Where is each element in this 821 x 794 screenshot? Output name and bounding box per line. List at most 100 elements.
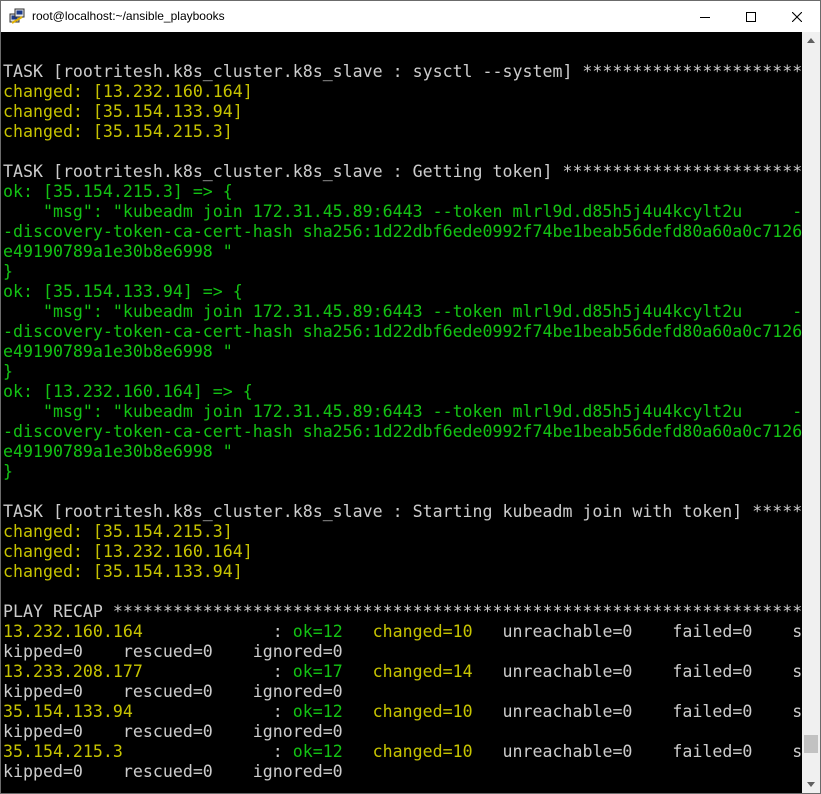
terminal-text-segment: : bbox=[142, 622, 293, 641]
terminal-text-segment: changed: [13.232.160.164] bbox=[3, 542, 253, 561]
terminal-text-segment: PLAY RECAP *****************************… bbox=[3, 602, 802, 621]
terminal-line: changed: [13.232.160.164] bbox=[3, 542, 253, 562]
maximize-icon bbox=[746, 11, 756, 22]
terminal-text-segment: e49190789a1e30b8e6998 " bbox=[3, 242, 233, 261]
close-button[interactable] bbox=[774, 1, 820, 32]
terminal-line: PLAY RECAP *****************************… bbox=[3, 602, 802, 622]
terminal-text-segment: unreachable=0 failed=0 s bbox=[472, 622, 802, 641]
terminal-line: changed: [13.232.160.164] bbox=[3, 82, 253, 102]
terminal-line: TASK [rootritesh.k8s_cluster.k8s_slave :… bbox=[3, 62, 802, 82]
window-title: root@localhost:~/ansible_playbooks bbox=[32, 9, 225, 23]
terminal-text-segment: ok: [13.232.160.164] => { bbox=[3, 382, 253, 401]
terminal-text-segment: -discovery-token-ca-cert-hash sha256:1d2… bbox=[3, 422, 802, 441]
minimize-button[interactable] bbox=[682, 1, 728, 32]
terminal-text-segment: ok: [35.154.133.94] => { bbox=[3, 282, 243, 301]
terminal-line: 13.233.208.177 : ok=17 changed=14 unreac… bbox=[3, 662, 802, 682]
scroll-up-button[interactable] bbox=[802, 32, 820, 49]
terminal-text-segment: unreachable=0 failed=0 s bbox=[472, 702, 802, 721]
scroll-down-button[interactable] bbox=[802, 776, 820, 793]
terminal-text-segment: ok=12 bbox=[292, 742, 343, 761]
terminal-text-segment: changed=10 bbox=[372, 622, 473, 641]
terminal-text-segment: 35.154.133.94 bbox=[3, 702, 133, 721]
terminal-text-segment: -discovery-token-ca-cert-hash sha256:1d2… bbox=[3, 222, 802, 241]
minimize-icon bbox=[700, 16, 710, 18]
terminal-line: TASK [rootritesh.k8s_cluster.k8s_slave :… bbox=[3, 502, 802, 522]
terminal-text-segment: changed=10 bbox=[372, 702, 473, 721]
terminal-text-segment: TASK [rootritesh.k8s_cluster.k8s_slave :… bbox=[3, 62, 802, 81]
chevron-down-icon bbox=[807, 782, 815, 787]
terminal-line: kipped=0 rescued=0 ignored=0 bbox=[3, 762, 343, 782]
terminal-text-segment: ok=12 bbox=[292, 622, 343, 641]
terminal-text-segment: ok: [35.154.215.3] => { bbox=[3, 182, 233, 201]
terminal-line: ok: [35.154.215.3] => { bbox=[3, 182, 233, 202]
terminal-text-segment: : bbox=[142, 662, 293, 681]
terminal-line: 13.232.160.164 : ok=12 changed=10 unreac… bbox=[3, 622, 802, 642]
terminal-text-segment: 35.154.215.3 bbox=[3, 742, 123, 761]
terminal-text-segment: : bbox=[122, 742, 293, 761]
terminal-text-segment: changed: [35.154.215.3] bbox=[3, 122, 233, 141]
terminal-text-segment: TASK [rootritesh.k8s_cluster.k8s_slave :… bbox=[3, 502, 802, 521]
maximize-button[interactable] bbox=[728, 1, 774, 32]
terminal-text-segment: kipped=0 rescued=0 ignored=0 bbox=[3, 762, 343, 781]
terminal-text-segment: } bbox=[3, 262, 13, 281]
terminal-line: } bbox=[3, 262, 13, 282]
terminal-text-segment: ok=17 bbox=[292, 662, 343, 681]
terminal-line: changed: [35.154.215.3] bbox=[3, 122, 233, 142]
terminal-line: kipped=0 rescued=0 ignored=0 bbox=[3, 682, 343, 702]
terminal-line: -discovery-token-ca-cert-hash sha256:1d2… bbox=[3, 422, 802, 442]
terminal-text-segment: changed: [35.154.215.3] bbox=[3, 522, 233, 541]
terminal-line: } bbox=[3, 462, 13, 482]
terminal-text-segment: e49190789a1e30b8e6998 " bbox=[3, 442, 233, 461]
terminal-line: -discovery-token-ca-cert-hash sha256:1d2… bbox=[3, 322, 802, 342]
terminal-text-segment: kipped=0 rescued=0 ignored=0 bbox=[3, 682, 343, 701]
terminal-line: e49190789a1e30b8e6998 " bbox=[3, 242, 233, 262]
terminal-line: kipped=0 rescued=0 ignored=0 bbox=[3, 642, 343, 662]
terminal-text-segment: } bbox=[3, 462, 13, 481]
terminal-text-segment: kipped=0 rescued=0 ignored=0 bbox=[3, 722, 343, 741]
terminal-text-segment: changed: [35.154.133.94] bbox=[3, 562, 243, 581]
terminal-text-segment: changed=10 bbox=[372, 742, 473, 761]
terminal-text-segment: : bbox=[132, 702, 293, 721]
terminal-text-segment: "msg": "kubeadm join 172.31.45.89:6443 -… bbox=[3, 402, 802, 421]
vertical-scrollbar[interactable] bbox=[802, 32, 820, 793]
terminal-text-segment: e49190789a1e30b8e6998 " bbox=[3, 342, 233, 361]
terminal-line: ok: [13.232.160.164] => { bbox=[3, 382, 253, 402]
terminal-line: e49190789a1e30b8e6998 " bbox=[3, 342, 233, 362]
terminal-line: e49190789a1e30b8e6998 " bbox=[3, 442, 233, 462]
terminal-text-segment: ok=12 bbox=[292, 702, 343, 721]
terminal-line: 35.154.133.94 : ok=12 changed=10 unreach… bbox=[3, 702, 802, 722]
scrollbar-thumb[interactable] bbox=[804, 735, 818, 753]
terminal-text-segment: unreachable=0 failed=0 s bbox=[472, 662, 802, 681]
terminal-line: changed: [35.154.133.94] bbox=[3, 562, 243, 582]
terminal-window: root@localhost:~/ansible_playbooks TASK … bbox=[0, 0, 821, 794]
terminal-text-segment: TASK [rootritesh.k8s_cluster.k8s_slave :… bbox=[3, 162, 802, 181]
chevron-up-icon bbox=[807, 38, 815, 43]
close-icon bbox=[792, 11, 802, 22]
terminal-line: changed: [35.154.215.3] bbox=[3, 522, 233, 542]
terminal-text-segment: 13.233.208.177 bbox=[3, 662, 143, 681]
terminal-line: } bbox=[3, 362, 13, 382]
putty-terminal-icon[interactable] bbox=[9, 8, 25, 24]
terminal-line: ok: [35.154.133.94] => { bbox=[3, 282, 243, 302]
terminal-line: changed: [35.154.133.94] bbox=[3, 102, 243, 122]
terminal-text-segment: unreachable=0 failed=0 s bbox=[472, 742, 802, 761]
terminal-text-segment: "msg": "kubeadm join 172.31.45.89:6443 -… bbox=[3, 302, 802, 321]
terminal-text-segment: -discovery-token-ca-cert-hash sha256:1d2… bbox=[3, 322, 802, 341]
terminal-line: "msg": "kubeadm join 172.31.45.89:6443 -… bbox=[3, 402, 802, 422]
terminal-line: 35.154.215.3 : ok=12 changed=10 unreacha… bbox=[3, 742, 802, 762]
terminal-line: "msg": "kubeadm join 172.31.45.89:6443 -… bbox=[3, 302, 802, 322]
terminal-line: "msg": "kubeadm join 172.31.45.89:6443 -… bbox=[3, 202, 802, 222]
title-bar[interactable]: root@localhost:~/ansible_playbooks bbox=[1, 1, 820, 32]
terminal-line: -discovery-token-ca-cert-hash sha256:1d2… bbox=[3, 222, 802, 242]
terminal-text-segment: changed=14 bbox=[372, 662, 473, 681]
terminal-text-segment: } bbox=[3, 362, 13, 381]
terminal-text-segment: changed: [13.232.160.164] bbox=[3, 82, 253, 101]
terminal-text-segment: changed: [35.154.133.94] bbox=[3, 102, 243, 121]
terminal-text-segment: 13.232.160.164 bbox=[3, 622, 143, 641]
terminal-output[interactable]: TASK [rootritesh.k8s_cluster.k8s_slave :… bbox=[1, 32, 802, 793]
terminal-text-segment: kipped=0 rescued=0 ignored=0 bbox=[3, 642, 343, 661]
